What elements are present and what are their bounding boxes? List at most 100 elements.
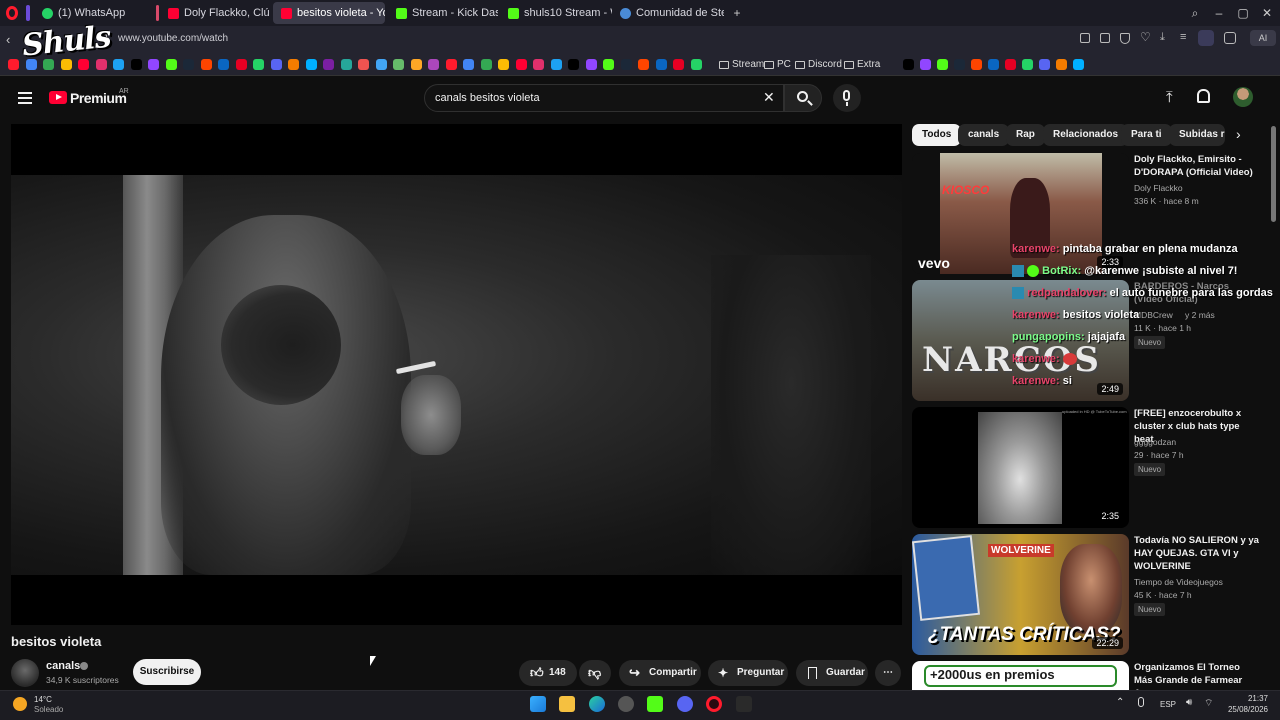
bookmark-favicon-icon[interactable] (533, 59, 544, 70)
bookmark-favicon-icon[interactable] (620, 59, 632, 70)
bookmark-favicon-icon[interactable] (585, 59, 597, 70)
search-input[interactable]: canals besitos violeta (435, 92, 540, 104)
ask-button[interactable]: ✦ Preguntar (708, 660, 788, 686)
bookmark-favicon-icon[interactable] (113, 59, 124, 70)
aria-ai-button[interactable]: AI (1250, 30, 1276, 46)
chip-para-ti[interactable]: Para ti (1121, 124, 1172, 146)
file-explorer-icon[interactable] (559, 696, 575, 712)
bookmark-favicon-icon[interactable] (638, 59, 649, 70)
bookmark-favicon-icon[interactable] (1005, 59, 1016, 70)
bookmark-favicon-icon[interactable] (463, 59, 474, 70)
video-player[interactable] (11, 124, 902, 625)
bookmark-favicon-icon[interactable] (445, 59, 457, 70)
bookmark-favicon-icon[interactable] (954, 59, 965, 70)
rec-title[interactable]: Doly Flackko, Emirsito - D'DORAPA (Offic… (1134, 153, 1259, 179)
bookmark-favicon-icon[interactable] (375, 59, 387, 70)
rec-title[interactable]: Todavía NO SALIERON y ya HAY QUEJAS. GTA… (1134, 534, 1259, 573)
voice-search-button[interactable] (833, 84, 861, 112)
bookmark-favicon-icon[interactable] (288, 59, 299, 70)
bookmark-favicon-icon[interactable] (655, 59, 667, 70)
youtube-premium-logo[interactable]: Premium (70, 90, 127, 106)
language-indicator[interactable]: ESP (1160, 700, 1176, 709)
volume-icon[interactable]: 🔊︎ (1186, 697, 1192, 708)
discord-icon[interactable] (677, 696, 693, 712)
bookmark-favicon-icon[interactable] (218, 59, 229, 70)
rec-thumbnail[interactable]: KIOSCO vevo 2:33 (912, 153, 1129, 274)
clear-search-icon[interactable]: ✕ (763, 89, 775, 106)
youtube-logo-icon[interactable] (49, 91, 67, 104)
bookmark-favicon-icon[interactable] (690, 59, 702, 70)
sidebar-toggle-icon[interactable] (26, 5, 30, 21)
chip-todos[interactable]: Todos (912, 124, 962, 146)
clock-date[interactable]: 25/08/2026 (1226, 705, 1268, 714)
bookmark-favicon-icon[interactable] (165, 59, 177, 70)
bookmark-favicon-icon[interactable] (515, 59, 527, 70)
rec-channel[interactable]: Doly Flackko (1134, 183, 1183, 193)
bookmark-favicon-icon[interactable] (130, 59, 142, 70)
bookmark-favicon-icon[interactable] (340, 59, 352, 70)
extensions-icon[interactable] (1224, 32, 1236, 44)
avatar[interactable] (1233, 87, 1253, 107)
bookmark-favicon-icon[interactable] (498, 59, 509, 70)
bookmark-favicon-icon[interactable] (358, 59, 369, 70)
bookmark-discord[interactable]: Discord (808, 59, 842, 70)
close-window-button[interactable]: ✕ (1258, 4, 1276, 22)
microphone-icon[interactable] (1138, 697, 1144, 707)
bookmark-favicon-icon[interactable] (235, 59, 247, 70)
bookmark-favicon-icon[interactable] (428, 59, 439, 70)
bookmark-favicon-icon[interactable] (95, 59, 107, 70)
edge-icon[interactable] (589, 696, 605, 712)
app-icon[interactable] (618, 696, 634, 712)
tab-kick-dashboard[interactable]: Stream - Kick Dashboard (388, 2, 498, 24)
bookmark-favicon-icon[interactable] (200, 59, 212, 70)
back-icon[interactable]: ‹ (6, 32, 10, 47)
bookmark-favicon-icon[interactable] (1022, 59, 1033, 70)
chevron-right-icon[interactable]: › (1236, 126, 1241, 142)
bookmark-favicon-icon[interactable] (920, 59, 931, 70)
bookmark-favicon-icon[interactable] (8, 59, 19, 70)
bookmark-favicon-icon[interactable] (270, 59, 282, 70)
bookmark-favicon-icon[interactable] (323, 59, 334, 70)
chip-subidas-recientes[interactable]: Subidas re (1169, 124, 1225, 146)
opera-gx-icon[interactable] (706, 696, 722, 712)
save-button[interactable]: Guardar (796, 660, 868, 686)
weather-temp[interactable]: 14°C (34, 695, 52, 704)
rec-channel[interactable]: MDBCrew (1134, 310, 1173, 320)
tab-shuls10-stream[interactable]: shuls10 Stream - Watch Li (500, 2, 612, 24)
upload-icon[interactable]: ⤒ (1166, 89, 1173, 106)
download-icon[interactable]: ⤓ (1160, 31, 1165, 44)
rec-channel[interactable]: ggggodzan (1134, 437, 1176, 447)
maximize-button[interactable]: ▢ (1234, 4, 1252, 22)
hamburger-menu-icon[interactable] (18, 92, 32, 104)
bookmark-favicon-icon[interactable] (253, 59, 264, 70)
bookmark-favicon-icon[interactable] (937, 59, 948, 70)
channel-name[interactable]: canals (46, 660, 80, 672)
notifications-bell-icon[interactable] (1197, 89, 1210, 103)
bookmark-favicon-icon[interactable] (568, 59, 579, 70)
subscribe-button[interactable]: Suscribirse (133, 659, 201, 685)
opera-logo-icon[interactable] (6, 6, 18, 20)
bookmark-favicon-icon[interactable] (148, 59, 159, 70)
tab-steam-community[interactable]: Comunidad de Steam :: St (612, 2, 724, 24)
rec-thumbnail[interactable]: +2000us en premios (912, 661, 1129, 690)
bookmark-stream[interactable]: Stream (732, 59, 764, 70)
minimize-button[interactable]: – (1210, 4, 1228, 22)
address-bar[interactable]: www.youtube.com/watch (118, 33, 228, 44)
bookmark-favicon-icon[interactable] (1073, 59, 1084, 70)
chip-rap[interactable]: Rap (1006, 124, 1045, 146)
dislike-button[interactable]: 👎︎ (579, 660, 611, 686)
heart-icon[interactable]: ♡ (1140, 30, 1151, 44)
edit-icon[interactable] (1080, 33, 1090, 43)
bookmark-favicon-icon[interactable] (1056, 59, 1067, 70)
network-icon[interactable]: ⌔ (1204, 697, 1213, 710)
bookmark-favicon-icon[interactable] (183, 59, 194, 70)
bookmark-favicon-icon[interactable] (305, 59, 317, 70)
bookmark-favicon-icon[interactable] (971, 59, 982, 70)
clock-time[interactable]: 21:37 (1226, 694, 1268, 703)
share-button[interactable]: ↪ Compartir (619, 660, 701, 686)
tab-besitos-violeta[interactable]: besitos violeta - YouT (273, 2, 385, 24)
camera-icon[interactable] (1100, 33, 1110, 43)
bookmark-extra[interactable]: Extra (857, 59, 880, 70)
bookmark-favicon-icon[interactable] (903, 59, 914, 70)
shield-icon[interactable] (1120, 33, 1130, 44)
